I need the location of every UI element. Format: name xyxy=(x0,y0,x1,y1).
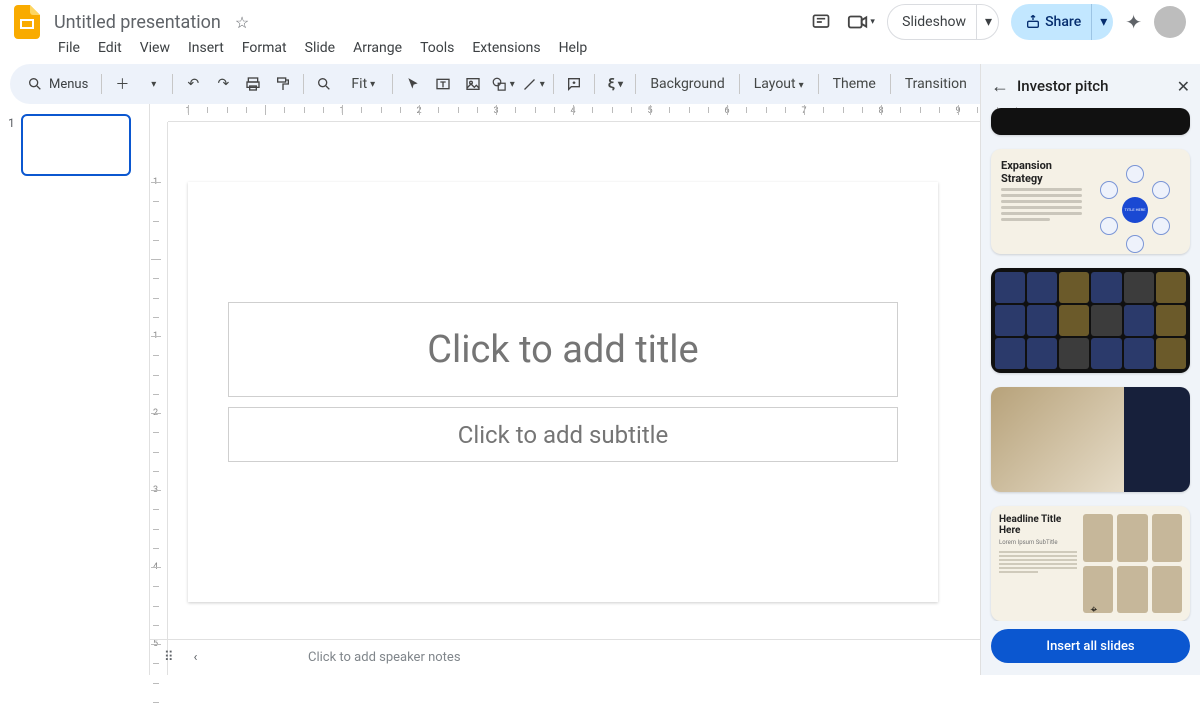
menu-bar: File Edit View Insert Format Slide Arran… xyxy=(0,38,1200,64)
print-button[interactable] xyxy=(239,70,267,98)
insert-all-slides-button[interactable]: Insert all slides xyxy=(991,629,1190,663)
speaker-notes-input[interactable]: Click to add speaker notes xyxy=(300,650,980,665)
search-menus[interactable]: Menus xyxy=(20,73,95,95)
document-title[interactable]: Untitled presentation xyxy=(50,10,225,35)
comment-history-icon[interactable] xyxy=(807,8,835,36)
slides-app-icon[interactable] xyxy=(14,5,40,39)
template1-title: Expansion Strategy xyxy=(1001,159,1082,185)
title-placeholder[interactable]: Click to add title xyxy=(228,302,898,397)
slide-stage[interactable]: Click to add title Click to add subtitle xyxy=(168,122,980,675)
layout-button[interactable]: Layout xyxy=(746,76,812,92)
close-icon[interactable]: ✕ xyxy=(1177,77,1190,96)
menu-view[interactable]: View xyxy=(132,37,178,59)
menu-arrange[interactable]: Arrange xyxy=(345,37,410,59)
back-icon[interactable]: ← xyxy=(991,76,1009,97)
undo-button[interactable]: ↶ xyxy=(179,70,207,98)
transition-button[interactable]: Transition xyxy=(897,76,975,92)
menu-help[interactable]: Help xyxy=(551,37,596,59)
side-panel: ← Investor pitch ✕ Expansion Strategy TI… xyxy=(980,64,1200,675)
filmstrip: 1 xyxy=(0,104,150,675)
title-bar: Untitled presentation ☆ ▾ Slideshow ▾ Sh… xyxy=(0,0,1200,38)
menu-edit[interactable]: Edit xyxy=(90,37,130,59)
slideshow-button[interactable]: Slideshow ▾ xyxy=(887,4,999,40)
slide-canvas[interactable]: Click to add title Click to add subtitle xyxy=(188,182,938,602)
theme-button[interactable]: Theme xyxy=(825,76,884,92)
template-preview-2[interactable] xyxy=(991,268,1190,373)
gemini-spark-icon[interactable]: ✦ xyxy=(1125,10,1142,34)
line-tool[interactable] xyxy=(519,70,547,98)
account-avatar[interactable] xyxy=(1154,6,1186,38)
image-tool[interactable] xyxy=(459,70,487,98)
emoji-button[interactable]: ξ xyxy=(601,70,629,98)
template4-subtitle: Lorem Ipsum SubTitle xyxy=(999,539,1077,546)
redo-button[interactable]: ↷ xyxy=(209,70,237,98)
subtitle-placeholder[interactable]: Click to add subtitle xyxy=(228,407,898,462)
slide-number: 1 xyxy=(8,114,15,130)
cursor-icon: ⌖ xyxy=(1091,602,1098,617)
zoom-button[interactable] xyxy=(310,70,338,98)
grid-view-icon[interactable]: ⠿ xyxy=(164,650,176,665)
menu-slide[interactable]: Slide xyxy=(297,37,343,59)
template-preview-1[interactable]: Expansion Strategy TITLE HERE xyxy=(991,149,1190,255)
new-slide-dropdown[interactable] xyxy=(138,70,166,98)
select-tool[interactable] xyxy=(399,70,427,98)
slideshow-dropdown[interactable]: ▾ xyxy=(976,5,992,39)
menu-tools[interactable]: Tools xyxy=(412,37,462,59)
shape-tool[interactable] xyxy=(489,70,517,98)
template-preview-4[interactable]: Headline Title Here Lorem Ipsum SubTitle… xyxy=(991,506,1190,621)
share-label: Share xyxy=(1045,14,1081,30)
textbox-tool[interactable] xyxy=(429,70,457,98)
side-panel-title: Investor pitch xyxy=(1017,77,1169,95)
template-preview-0[interactable] xyxy=(991,108,1190,135)
menu-extensions[interactable]: Extensions xyxy=(464,37,548,59)
horizontal-ruler[interactable]: 1123456789 xyxy=(168,104,980,122)
menu-insert[interactable]: Insert xyxy=(180,37,232,59)
slideshow-label: Slideshow xyxy=(902,14,966,30)
vertical-ruler[interactable]: 112345 xyxy=(150,122,168,675)
zoom-select[interactable]: Fit xyxy=(340,70,386,98)
menu-file[interactable]: File xyxy=(50,37,88,59)
template4-title: Headline Title Here xyxy=(999,514,1077,536)
collapse-notes-icon[interactable]: ‹ xyxy=(194,650,198,665)
star-icon[interactable]: ☆ xyxy=(235,13,249,32)
menu-format[interactable]: Format xyxy=(234,37,295,59)
new-slide-button[interactable]: ＋ xyxy=(108,70,136,98)
speaker-notes-bar: ⠿ ‹ Click to add speaker notes xyxy=(150,639,980,675)
main-area: 1 1123456789 112345 Click to add title C… xyxy=(0,104,1200,675)
background-button[interactable]: Background xyxy=(642,76,732,92)
canvas-area: 1123456789 112345 Click to add title Cli… xyxy=(150,104,980,675)
comment-button[interactable] xyxy=(560,70,588,98)
template-preview-3[interactable] xyxy=(991,387,1190,492)
meet-icon[interactable]: ▾ xyxy=(847,8,875,36)
slide-thumbnail-1[interactable] xyxy=(21,114,131,176)
share-button[interactable]: Share ▾ xyxy=(1011,4,1113,40)
share-dropdown[interactable]: ▾ xyxy=(1091,4,1107,40)
paint-format-button[interactable] xyxy=(269,70,297,98)
